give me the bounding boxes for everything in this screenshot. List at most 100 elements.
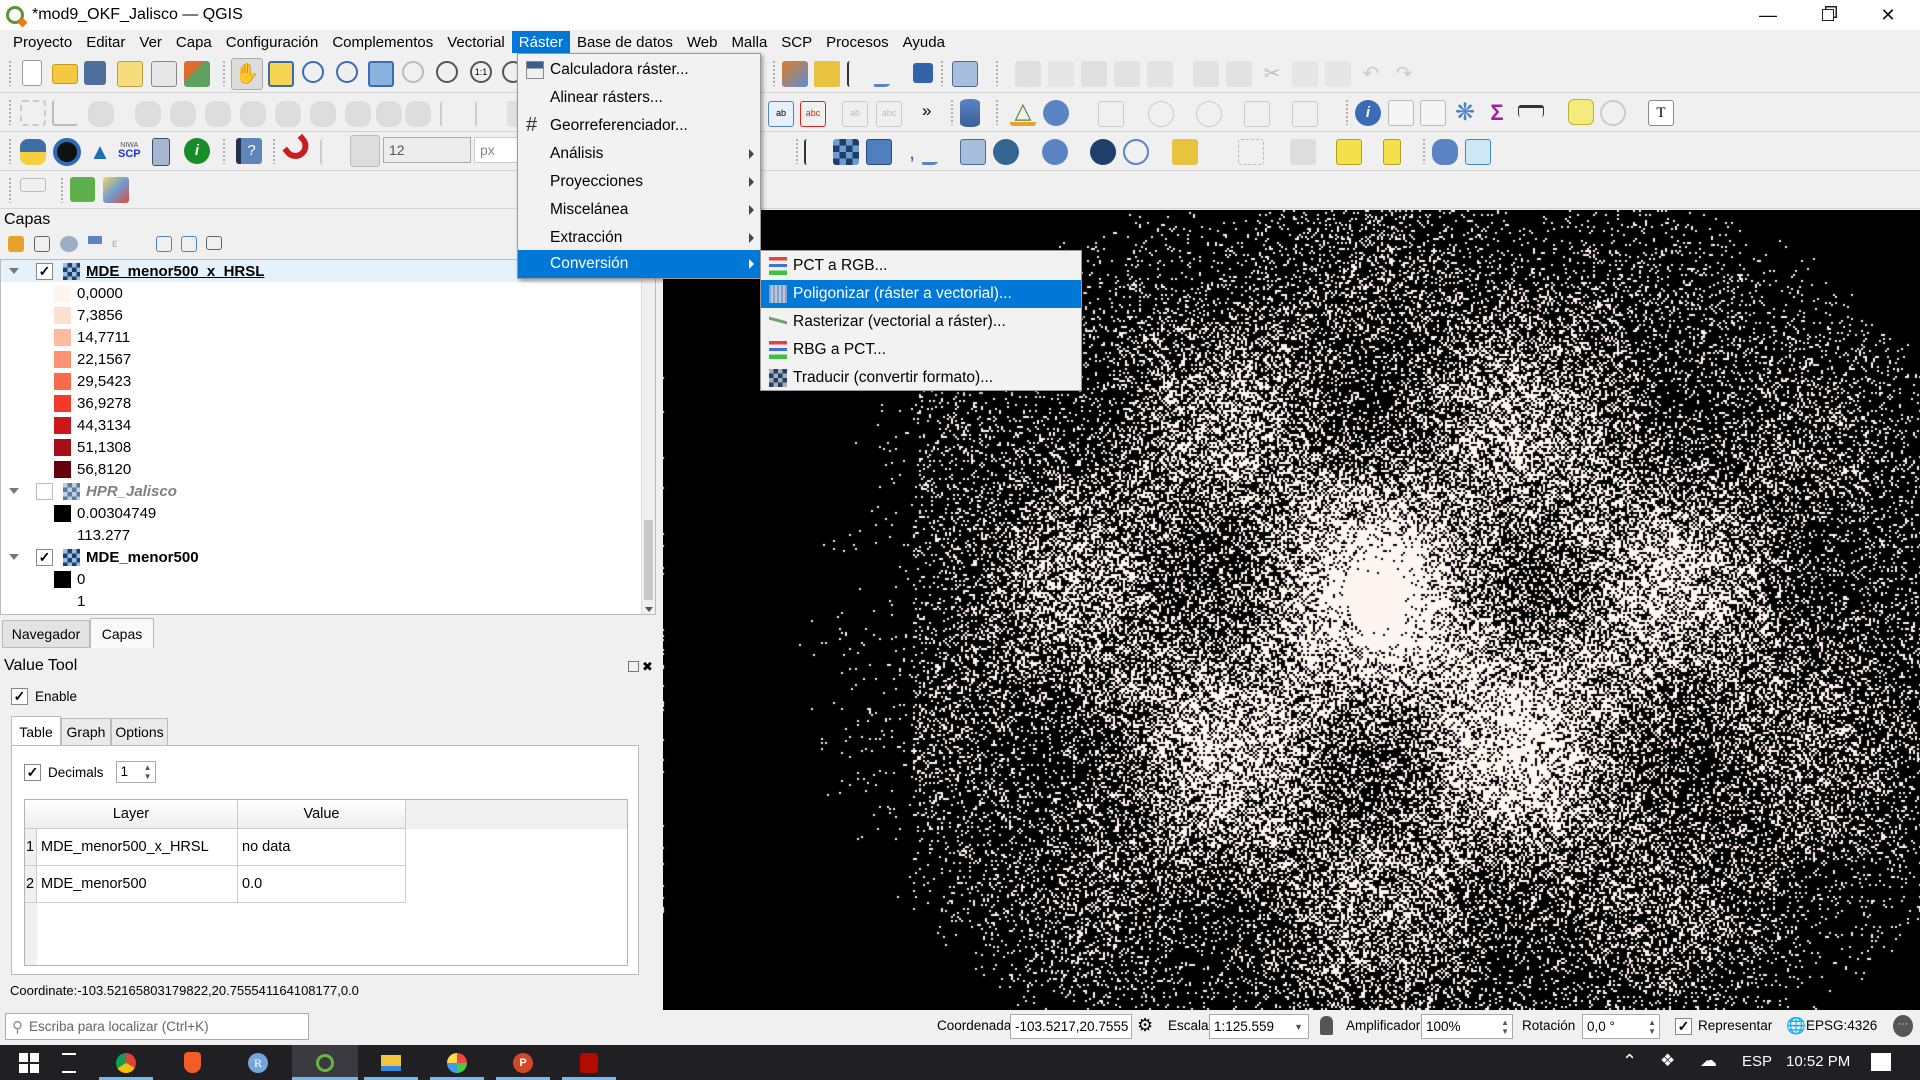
tab-graph[interactable]: Graph <box>61 718 111 746</box>
menu-item-rasterizar[interactable]: Rasterizar (vectorial a ráster)... <box>761 308 1081 336</box>
toolbar-grip[interactable] <box>8 177 12 203</box>
menu-capa[interactable]: Capa <box>169 31 219 53</box>
filter-legend-icon[interactable] <box>88 236 102 252</box>
menu-item-calculadora-raster[interactable]: Calculadora ráster... <box>518 56 760 84</box>
redo-icon[interactable]: ↷ <box>1391 61 1417 87</box>
move-feature-icon[interactable] <box>88 101 114 127</box>
row-header[interactable]: 2 <box>25 866 37 903</box>
menu-procesos[interactable]: Procesos <box>819 31 896 53</box>
taskbar-powerpoint[interactable]: P <box>494 1045 552 1080</box>
menu-item-georreferenciador[interactable]: # Georreferenciador... <box>518 112 760 140</box>
clock[interactable]: 10:52 PM <box>1786 1053 1850 1070</box>
add-ring-icon[interactable] <box>205 101 231 127</box>
task-view-button[interactable] <box>40 1045 98 1080</box>
add-vector-layer-icon[interactable] <box>804 139 830 165</box>
niwa-scp-icon[interactable]: NIWA SCP <box>118 141 141 160</box>
label-move-icon[interactable]: abc <box>876 101 902 127</box>
menu-item-pct-a-rgb[interactable]: PCT a RGB... <box>761 252 1081 280</box>
paste-features-icon[interactable] <box>1325 61 1351 87</box>
plugin-georef-icon[interactable] <box>1432 139 1458 165</box>
expand-arrow-icon[interactable] <box>9 488 19 494</box>
toolbar-grip[interactable] <box>8 138 12 164</box>
search-plugin-icon[interactable] <box>70 177 95 202</box>
field-calculator-icon[interactable] <box>1420 100 1446 126</box>
table-cell-value[interactable]: 0.0 <box>238 866 406 903</box>
add-part-icon[interactable] <box>240 101 266 127</box>
toggle-extents-icon[interactable]: ⚙ <box>1137 1015 1153 1036</box>
new-shapefile-layer-icon[interactable] <box>847 61 865 87</box>
menu-item-traducir[interactable]: Traducir (convertir formato)... <box>761 364 1081 392</box>
taskbar-file-explorer[interactable] <box>362 1045 420 1080</box>
enable-checkbox-row[interactable]: ✓ Enable <box>11 688 77 705</box>
delete-selected-icon[interactable] <box>1226 61 1252 87</box>
style-layer-icon[interactable] <box>8 236 24 252</box>
ellipse-tool-icon[interactable] <box>1196 101 1222 127</box>
filter-expression-icon[interactable]: ε <box>112 236 128 252</box>
style-manager-icon[interactable] <box>184 61 210 87</box>
menu-raster[interactable]: Ráster <box>511 31 570 53</box>
menu-item-rgb-a-pct[interactable]: RBG a PCT... <box>761 336 1081 364</box>
layer-tree-scrollbar[interactable] <box>641 260 655 614</box>
zoom-full-icon[interactable] <box>368 61 394 87</box>
render-checkbox[interactable]: ✓ <box>1675 1018 1692 1035</box>
metasearch-icon[interactable] <box>1043 100 1069 126</box>
data-source-manager-icon[interactable] <box>782 61 808 87</box>
plugin-robot-icon[interactable] <box>152 138 170 166</box>
toolbar-grip[interactable] <box>795 138 799 164</box>
messages-icon[interactable]: ⋯ <box>1893 1015 1913 1037</box>
scrollbar-thumb[interactable] <box>644 520 653 600</box>
show-hidden-icons-button[interactable]: ⌃ <box>1622 1051 1637 1072</box>
lock-scale-icon[interactable] <box>1320 1016 1333 1035</box>
toolbar-grip[interactable] <box>995 60 999 86</box>
toolbar-grip[interactable] <box>1422 138 1426 164</box>
split-parts-icon[interactable] <box>475 101 501 127</box>
show-bookmarks-icon[interactable] <box>1600 100 1626 126</box>
column-header-layer[interactable]: Layer <box>25 800 238 829</box>
label-highlight-icon[interactable]: abc <box>800 101 826 127</box>
zoom-to-layer-icon[interactable] <box>436 61 458 83</box>
add-group-icon[interactable] <box>34 236 50 252</box>
layout-manager-icon[interactable] <box>151 61 177 87</box>
menu-malla[interactable]: Malla <box>724 31 774 53</box>
open-project-icon[interactable] <box>52 64 78 84</box>
restore-button[interactable] <box>1800 0 1856 30</box>
toolbar-grip[interactable] <box>60 177 64 203</box>
map-plugin-icon[interactable] <box>103 177 129 203</box>
plugin-network-icon[interactable]: ▲ <box>87 141 113 168</box>
delete-part-icon[interactable] <box>345 101 371 127</box>
taskbar-paint[interactable] <box>428 1045 486 1080</box>
pan-to-selection-icon[interactable] <box>268 61 294 87</box>
scale-combobox[interactable]: 1:125.559 ▼ <box>1209 1014 1309 1039</box>
spin-arrows-icon[interactable]: ▲ ▼ <box>144 763 152 781</box>
pan-map-icon[interactable]: ✋ <box>231 58 263 90</box>
offset-curve-icon[interactable] <box>405 101 431 127</box>
add-postgis-icon[interactable] <box>993 139 1019 165</box>
taskbar-acrobat[interactable] <box>560 1045 618 1080</box>
snapping-tolerance-input[interactable]: 12 <box>383 137 471 163</box>
help-icon[interactable]: ? <box>236 138 262 164</box>
menu-item-poligonizar[interactable]: Poligonizar (ráster a vectorial)... <box>761 280 1081 308</box>
snapping-vertex-icon[interactable] <box>320 139 346 165</box>
copy-features-icon[interactable] <box>1292 61 1318 87</box>
snapping-units-select[interactable]: px <box>474 137 522 163</box>
manage-visibility-icon[interactable] <box>60 236 78 252</box>
map-tips-icon[interactable] <box>1568 99 1594 125</box>
toggle-editing-icon[interactable] <box>1048 61 1074 87</box>
modify-attributes-icon[interactable] <box>1193 61 1219 87</box>
new-temporary-layer-icon[interactable] <box>952 61 978 87</box>
menu-editar[interactable]: Editar <box>79 31 132 53</box>
measure-line-icon[interactable] <box>1518 105 1544 117</box>
label-pin-icon[interactable]: ab <box>768 101 794 127</box>
zoom-native-resolution-icon[interactable]: 1:1 <box>470 61 492 83</box>
menu-item-analisis[interactable]: Análisis <box>518 140 760 168</box>
rectangle-tool-icon[interactable] <box>1244 101 1270 127</box>
circle-tool-icon[interactable] <box>1148 101 1174 127</box>
fill-ring-icon[interactable] <box>275 101 301 127</box>
zoom-in-icon[interactable] <box>302 61 324 83</box>
taskbar-qgis[interactable] <box>292 1045 358 1080</box>
toolbar-grip[interactable] <box>772 60 776 86</box>
collapse-all-icon[interactable] <box>181 236 197 252</box>
tab-capas[interactable]: Capas <box>90 618 154 648</box>
taskbar-r[interactable]: R <box>229 1045 287 1080</box>
polygon-tool-icon[interactable] <box>1292 101 1318 127</box>
